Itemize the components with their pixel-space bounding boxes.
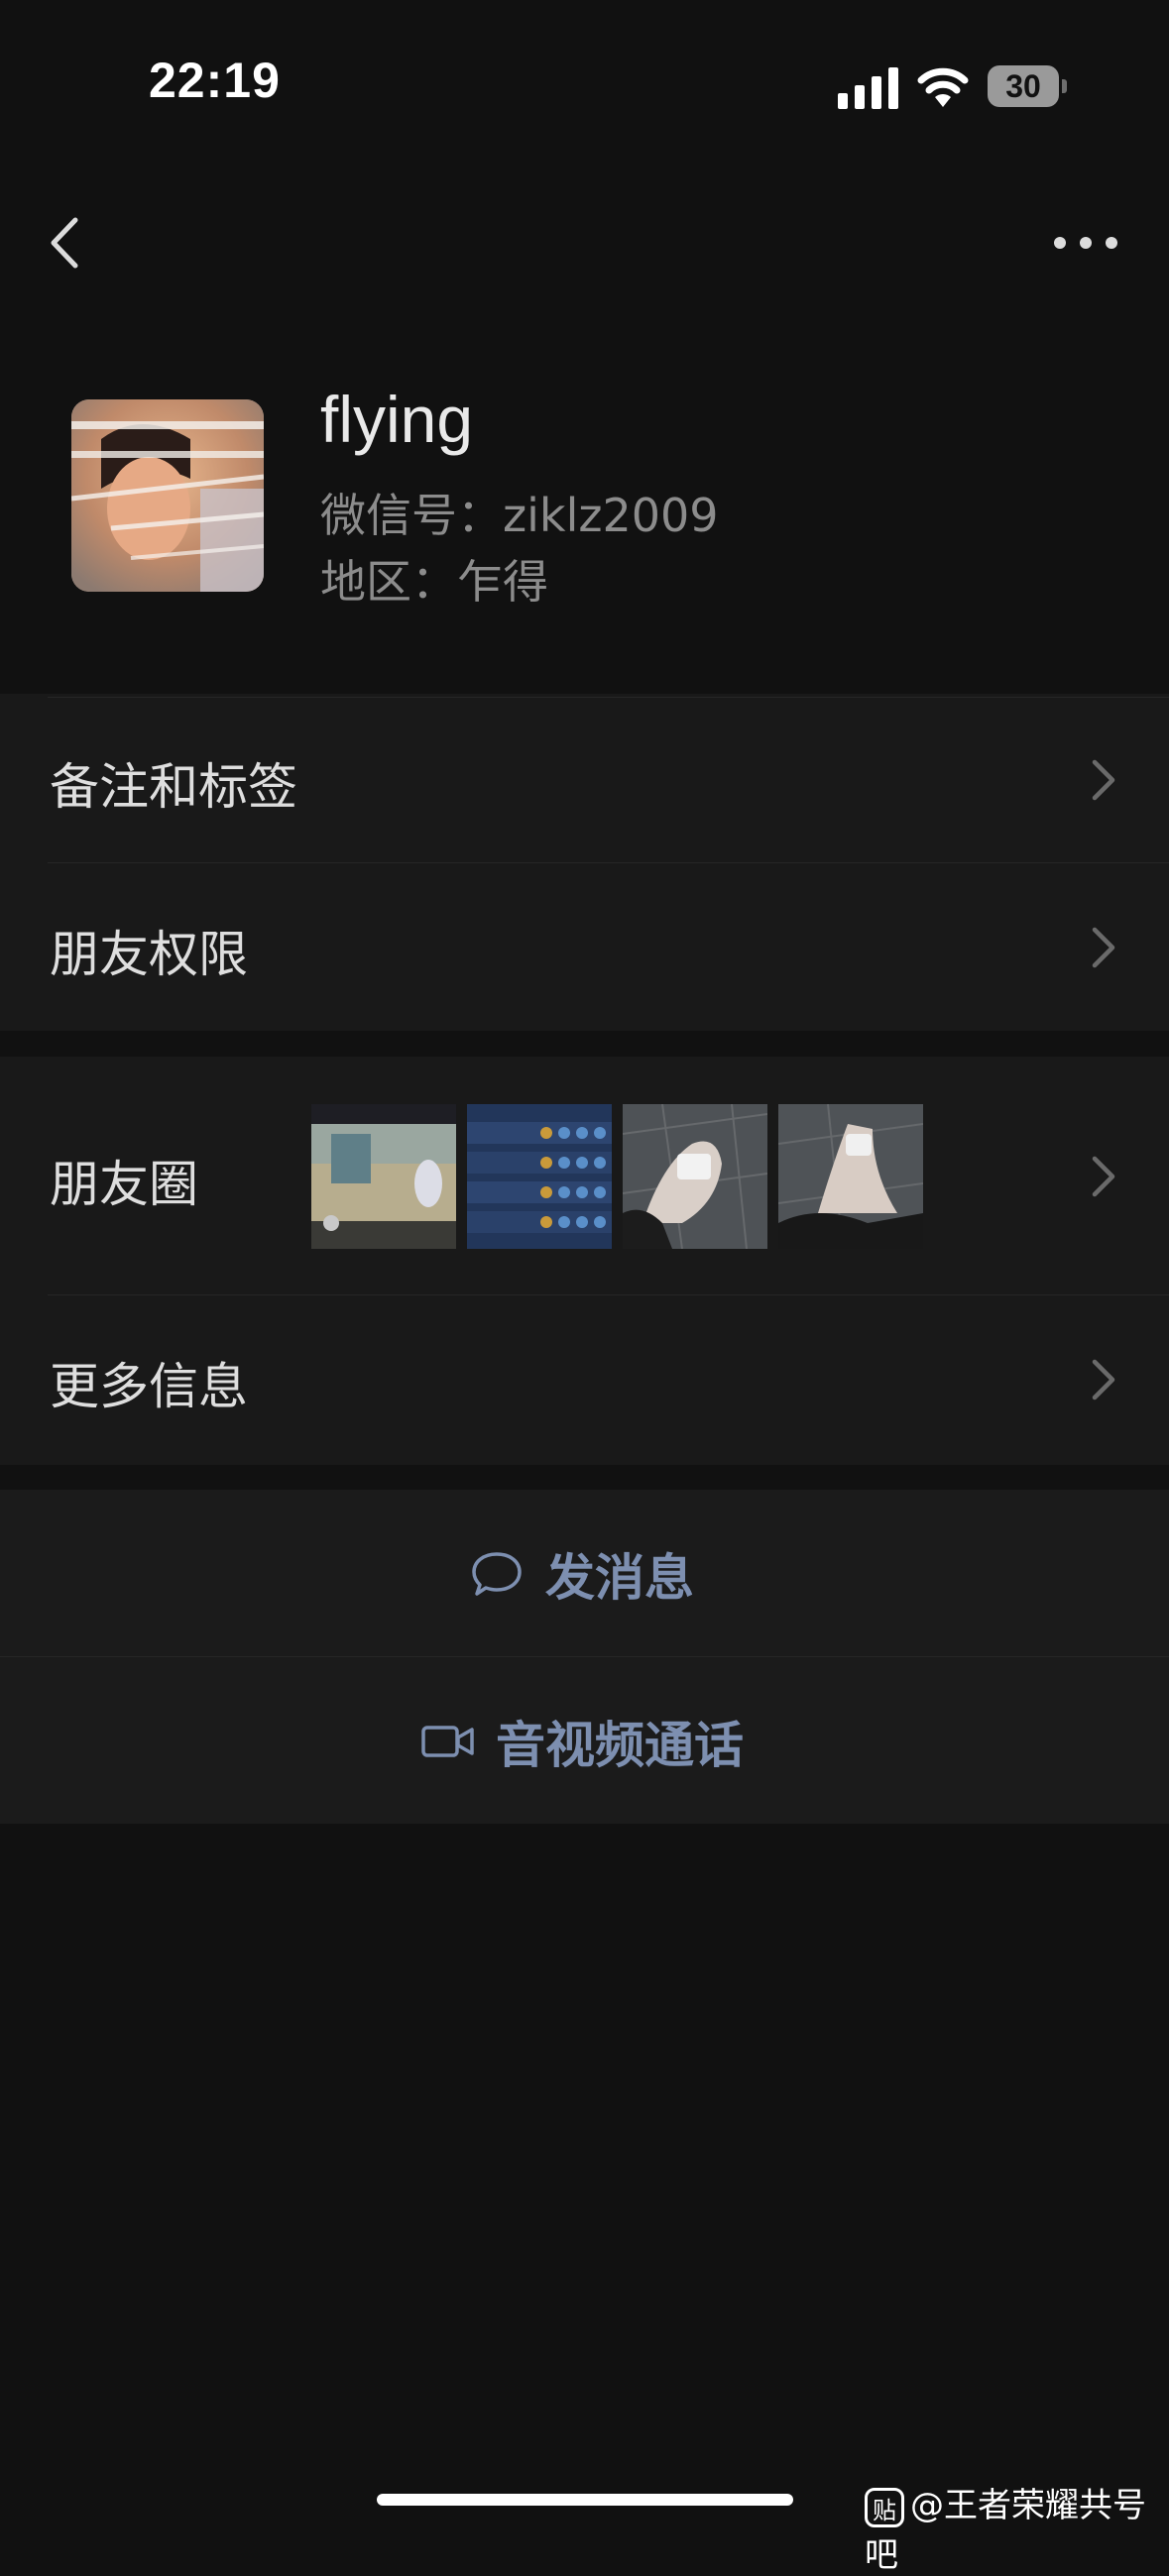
chevron-right-icon	[1092, 1156, 1115, 1197]
send-message-label: 发消息	[545, 1549, 694, 1607]
battery-level: 30	[1005, 68, 1041, 104]
moments-thumbnail	[311, 1104, 456, 1249]
watermark-text: @王者荣耀共号吧	[865, 2486, 1146, 2575]
send-message-button[interactable]: 发消息	[0, 1490, 1169, 1656]
avatar[interactable]	[71, 399, 264, 592]
wechat-id: 微信号：ziklz2009	[320, 489, 719, 542]
status-time: 22:19	[149, 53, 281, 108]
video-call-button[interactable]: 音视频通话	[0, 1657, 1169, 1824]
moments-thumbnail	[467, 1104, 612, 1249]
home-indicator[interactable]	[377, 2494, 793, 2506]
watermark: 贴 @王者荣耀共号吧	[865, 2478, 1169, 2576]
more-info-row[interactable]: 更多信息	[0, 1295, 1169, 1465]
moments-thumbnail	[778, 1104, 923, 1249]
friend-permissions-label: 朋友权限	[50, 926, 248, 983]
moments-row[interactable]: 朋友圈	[0, 1057, 1169, 1294]
cellular-signal-icon	[838, 67, 898, 109]
video-call-label: 音视频通话	[496, 1717, 744, 1774]
moments-thumbnail	[623, 1104, 767, 1249]
moments-label: 朋友圈	[50, 1156, 198, 1213]
chat-bubble-icon	[472, 1552, 522, 1596]
chevron-right-icon	[1092, 1359, 1115, 1400]
chevron-right-icon	[1092, 759, 1115, 801]
friend-permissions-row[interactable]: 朋友权限	[0, 863, 1169, 1030]
wifi-icon	[917, 67, 969, 107]
more-options-icon[interactable]	[1051, 226, 1120, 260]
region: 地区：乍得	[320, 555, 548, 609]
back-chevron-icon[interactable]	[40, 208, 89, 278]
battery-indicator: 30	[988, 65, 1067, 107]
video-camera-icon	[421, 1726, 474, 1757]
more-info-label: 更多信息	[50, 1358, 248, 1415]
remark-tags-label: 备注和标签	[50, 758, 297, 816]
profile-name: flying	[320, 383, 474, 456]
watermark-badge: 贴	[865, 2487, 904, 2527]
chevron-right-icon	[1092, 927, 1115, 968]
remark-tags-row[interactable]: 备注和标签	[0, 698, 1169, 862]
